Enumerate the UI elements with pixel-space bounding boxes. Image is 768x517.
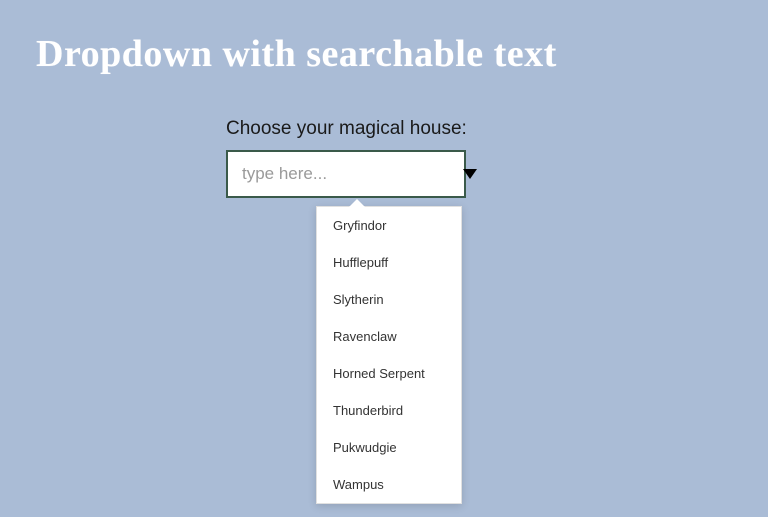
dropdown-item[interactable]: Hufflepuff	[317, 244, 461, 281]
dropdown-input-box[interactable]	[226, 150, 466, 198]
dropdown-item[interactable]: Thunderbird	[317, 392, 461, 429]
search-input[interactable]	[242, 164, 463, 184]
dropdown-item[interactable]: Horned Serpent	[317, 355, 461, 392]
chevron-down-icon[interactable]	[463, 169, 477, 179]
dropdown-menu: Gryfindor Hufflepuff Slytherin Ravenclaw…	[316, 206, 462, 504]
dropdown-item[interactable]: Pukwudgie	[317, 429, 461, 466]
form-area: Choose your magical house: Gryfindor Huf…	[226, 118, 768, 198]
dropdown-item[interactable]: Gryfindor	[317, 207, 461, 244]
dropdown-item[interactable]: Slytherin	[317, 281, 461, 318]
dropdown-label: Choose your magical house:	[226, 118, 768, 140]
searchable-dropdown: Gryfindor Hufflepuff Slytherin Ravenclaw…	[226, 150, 466, 198]
page-title: Dropdown with searchable text	[0, 0, 768, 76]
dropdown-item[interactable]: Wampus	[317, 466, 461, 503]
dropdown-item[interactable]: Ravenclaw	[317, 318, 461, 355]
